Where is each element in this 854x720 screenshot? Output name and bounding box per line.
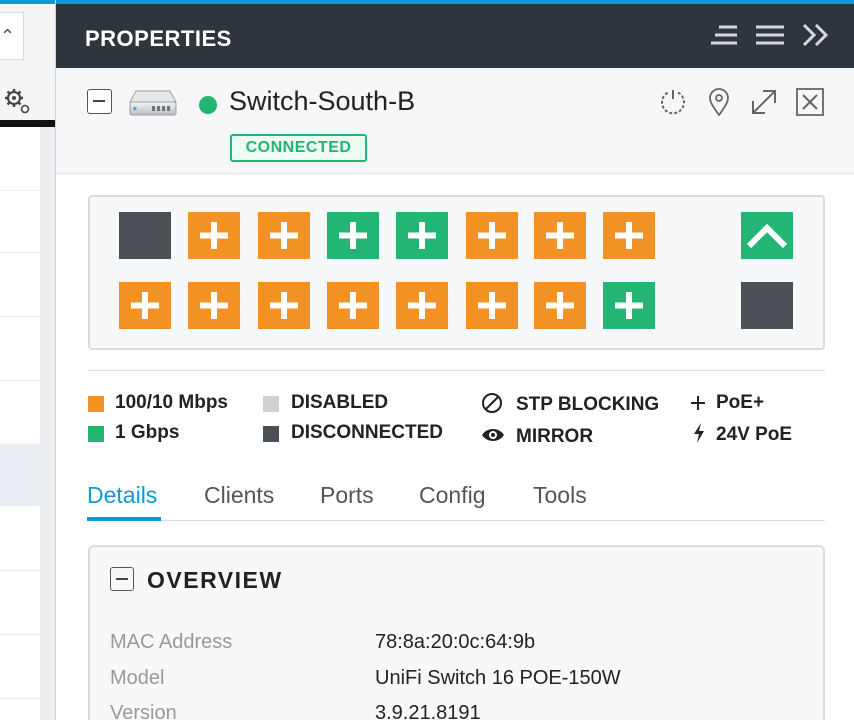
mac-address-value: 78:8a:20:0c:64:9b bbox=[375, 631, 536, 653]
double-chevron-right-icon[interactable] bbox=[801, 22, 831, 55]
device-header: Switch-South-B CONNECTED bbox=[56, 68, 854, 174]
port-1[interactable] bbox=[119, 212, 171, 259]
selected-column-bar bbox=[0, 120, 55, 127]
port-2[interactable] bbox=[188, 212, 240, 259]
port-6[interactable] bbox=[466, 212, 518, 259]
mac-address-label: MAC Address bbox=[110, 631, 233, 653]
selected-list-row[interactable] bbox=[0, 444, 40, 506]
version-label: Version bbox=[110, 702, 177, 720]
tab-details[interactable]: Details bbox=[87, 482, 157, 509]
legend-swatch-1g bbox=[88, 426, 104, 442]
list-divider bbox=[0, 634, 40, 635]
list-divider bbox=[0, 380, 40, 381]
port-3[interactable] bbox=[258, 212, 310, 259]
status-dot bbox=[199, 96, 217, 114]
port-diagram bbox=[88, 195, 825, 350]
port-12[interactable] bbox=[327, 282, 379, 329]
port-13[interactable] bbox=[396, 282, 448, 329]
background-app-panel: ⌃ bbox=[0, 0, 55, 720]
collapse-device-button[interactable] bbox=[87, 89, 112, 114]
collapse-list-icon[interactable] bbox=[709, 22, 739, 55]
port-5[interactable] bbox=[396, 212, 448, 259]
settings-gear-icon[interactable] bbox=[2, 86, 32, 123]
locate-pin-icon[interactable] bbox=[704, 87, 734, 117]
legend-stp-blocking: STP BLOCKING bbox=[516, 394, 660, 415]
port-10[interactable] bbox=[188, 282, 240, 329]
port-16[interactable] bbox=[603, 282, 655, 329]
legend-100-10-mbps: 100/10 Mbps bbox=[115, 392, 228, 413]
device-name: Switch-South-B bbox=[229, 86, 416, 116]
legend-disconnected: DISCONNECTED bbox=[291, 422, 444, 443]
port-17[interactable] bbox=[741, 212, 793, 259]
active-tab-indicator bbox=[87, 517, 161, 521]
close-icon[interactable] bbox=[795, 87, 825, 117]
model-label: Model bbox=[110, 667, 165, 689]
stp-blocking-icon bbox=[481, 392, 503, 419]
legend-1-gbps: 1 Gbps bbox=[115, 422, 180, 443]
switch-device-icon bbox=[128, 88, 178, 123]
port-8[interactable] bbox=[603, 212, 655, 259]
legend-24v-poe: 24V PoE bbox=[716, 424, 793, 445]
collapse-overview-button[interactable] bbox=[110, 567, 134, 591]
expand-icon[interactable] bbox=[749, 87, 779, 117]
mirror-eye-icon bbox=[481, 426, 505, 449]
port-14[interactable] bbox=[466, 282, 518, 329]
list-divider bbox=[0, 570, 40, 571]
port-4[interactable] bbox=[327, 212, 379, 259]
version-value: 3.9.21.8191 bbox=[375, 702, 481, 720]
panel-title: PROPERTIES bbox=[85, 26, 232, 51]
properties-panel: PROPERTIES Switch-South-B CONNECTED 100/… bbox=[55, 0, 854, 720]
list-divider bbox=[0, 698, 40, 699]
legend-swatch-disconnected bbox=[263, 426, 279, 442]
tab-ports[interactable]: Ports bbox=[320, 482, 374, 509]
legend-disabled: DISABLED bbox=[291, 392, 389, 413]
overview-section: OVERVIEW MAC Address 78:8a:20:0c:64:9b M… bbox=[88, 545, 825, 720]
port-15[interactable] bbox=[534, 282, 586, 329]
port-11[interactable] bbox=[258, 282, 310, 329]
status-badge: CONNECTED bbox=[230, 134, 367, 162]
scrollbar-track[interactable] bbox=[40, 127, 55, 720]
chevron-up-icon[interactable]: ⌃ bbox=[0, 26, 15, 47]
restart-power-icon[interactable] bbox=[658, 87, 688, 117]
legend-swatch-disabled bbox=[263, 396, 279, 412]
poe-plus-icon bbox=[689, 394, 707, 417]
port-18[interactable] bbox=[741, 282, 793, 329]
menu-icon[interactable] bbox=[755, 22, 785, 55]
list-divider bbox=[0, 252, 40, 253]
tab-tools[interactable]: Tools bbox=[533, 482, 587, 509]
section-divider bbox=[88, 370, 825, 371]
tabs-divider bbox=[87, 520, 825, 521]
port-9[interactable] bbox=[119, 282, 171, 329]
lightning-bolt-icon bbox=[692, 422, 706, 449]
list-divider bbox=[0, 316, 40, 317]
model-value: UniFi Switch 16 POE-150W bbox=[375, 667, 621, 689]
device-list-column bbox=[0, 127, 40, 720]
panel-header: PROPERTIES bbox=[56, 4, 854, 68]
legend-poe-plus: PoE+ bbox=[716, 392, 765, 413]
port-7[interactable] bbox=[534, 212, 586, 259]
tab-clients[interactable]: Clients bbox=[204, 482, 274, 509]
overview-title: OVERVIEW bbox=[147, 567, 283, 593]
tab-config[interactable]: Config bbox=[419, 482, 485, 509]
legend-swatch-100-10 bbox=[88, 396, 104, 412]
list-divider bbox=[0, 190, 40, 191]
top-accent-strip bbox=[0, 0, 55, 4]
legend-mirror: MIRROR bbox=[516, 426, 594, 447]
